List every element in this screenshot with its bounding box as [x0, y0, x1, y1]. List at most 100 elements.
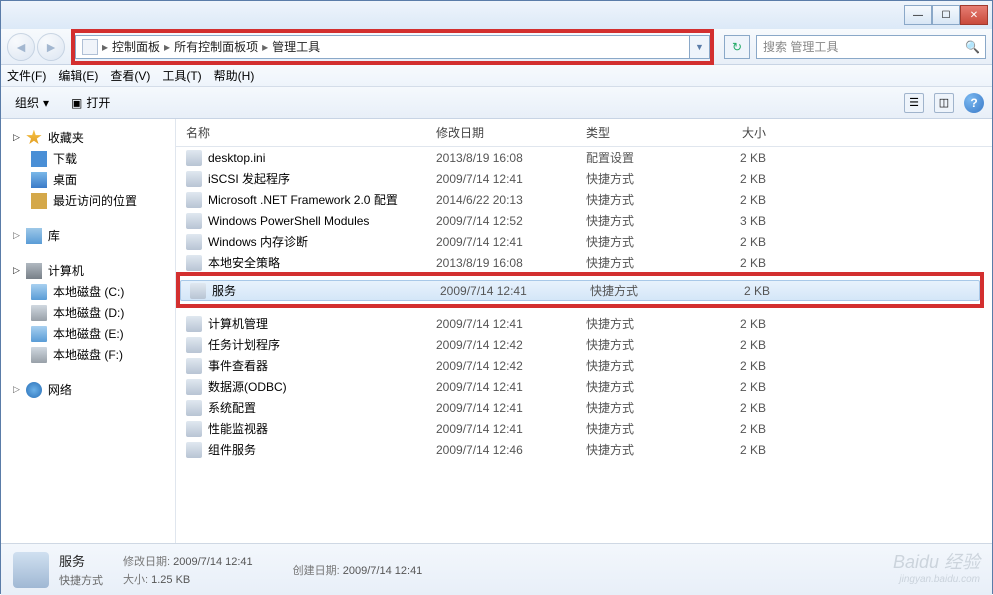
sidebar-item[interactable]: 下载 — [1, 148, 175, 169]
breadcrumb-sep-icon: ▸ — [262, 40, 268, 54]
search-box[interactable]: 搜索 管理工具 🔍 — [756, 35, 986, 59]
organize-button[interactable]: 组织 ▾ — [9, 92, 55, 113]
menu-file[interactable]: 文件(F) — [7, 67, 46, 84]
refresh-icon: ↻ — [732, 40, 742, 54]
breadcrumb-sep-icon: ▸ — [102, 40, 108, 54]
sidebar-favorites[interactable]: ▷ 收藏夹 — [1, 127, 175, 148]
back-arrow-icon: ◄ — [14, 39, 28, 55]
menu-tools[interactable]: 工具(T) — [162, 67, 201, 84]
file-icon — [186, 400, 202, 416]
file-list: desktop.ini 2013/8/19 16:08 配置设置 2 KB iS… — [176, 147, 992, 543]
file-row[interactable]: 计算机管理 2009/7/14 12:41 快捷方式 2 KB — [176, 313, 992, 334]
forward-arrow-icon: ► — [44, 39, 58, 55]
col-name[interactable]: 名称 — [186, 124, 436, 141]
file-row[interactable]: desktop.ini 2013/8/19 16:08 配置设置 2 KB — [176, 147, 992, 168]
col-size[interactable]: 大小 — [696, 124, 766, 141]
expand-icon: ▷ — [13, 384, 20, 395]
file-row[interactable]: 数据源(ODBC) 2009/7/14 12:41 快捷方式 2 KB — [176, 376, 992, 397]
star-icon — [26, 130, 42, 146]
status-title: 服务 — [59, 551, 103, 570]
breadcrumb-seg[interactable]: 所有控制面板项 — [174, 38, 258, 55]
computer-icon — [26, 263, 42, 279]
file-icon — [186, 213, 202, 229]
file-icon — [186, 442, 202, 458]
navigation-bar: ◄ ► ▸ 控制面板 ▸ 所有控制面板项 ▸ 管理工具 ▼ ↻ 搜索 管理工具 … — [1, 29, 992, 65]
file-row[interactable]: Microsoft .NET Framework 2.0 配置 2014/6/2… — [176, 189, 992, 210]
file-icon — [186, 379, 202, 395]
search-placeholder: 搜索 管理工具 — [763, 38, 838, 55]
close-button[interactable]: ✕ — [960, 5, 988, 25]
sidebar-drive[interactable]: 本地磁盘 (C:) — [1, 281, 175, 302]
sidebar-network[interactable]: ▷ 网络 — [1, 379, 175, 400]
file-icon — [186, 255, 202, 271]
open-icon: ▣ — [71, 96, 82, 110]
col-date[interactable]: 修改日期 — [436, 124, 586, 141]
file-row[interactable]: 本地安全策略 2013/8/19 16:08 快捷方式 2 KB — [176, 252, 992, 273]
sidebar-item[interactable]: 桌面 — [1, 169, 175, 190]
menu-view[interactable]: 查看(V) — [110, 67, 150, 84]
help-button[interactable]: ? — [964, 93, 984, 113]
view-options-button[interactable]: ☰ — [904, 93, 924, 113]
file-row[interactable]: iSCSI 发起程序 2009/7/14 12:41 快捷方式 2 KB — [176, 168, 992, 189]
file-pane: 名称 修改日期 类型 大小 desktop.ini 2013/8/19 16:0… — [176, 119, 992, 543]
forward-button[interactable]: ► — [37, 33, 65, 61]
breadcrumb-seg[interactable]: 管理工具 — [272, 38, 320, 55]
file-icon — [186, 150, 202, 166]
search-icon: 🔍 — [965, 40, 979, 54]
preview-pane-button[interactable]: ◫ — [934, 93, 954, 113]
addressbar-highlight: ▸ 控制面板 ▸ 所有控制面板项 ▸ 管理工具 ▼ — [71, 29, 714, 65]
desktop-icon — [31, 172, 47, 188]
expand-icon: ▷ — [13, 265, 20, 276]
col-type[interactable]: 类型 — [586, 124, 696, 141]
sidebar-computer[interactable]: ▷ 计算机 — [1, 260, 175, 281]
file-icon — [186, 234, 202, 250]
file-icon — [186, 358, 202, 374]
file-icon — [190, 283, 206, 299]
back-button[interactable]: ◄ — [7, 33, 35, 61]
menu-bar: 文件(F) 编辑(E) 查看(V) 工具(T) 帮助(H) — [1, 65, 992, 87]
minimize-button[interactable]: — — [904, 5, 932, 25]
file-icon — [186, 192, 202, 208]
address-bar[interactable]: ▸ 控制面板 ▸ 所有控制面板项 ▸ 管理工具 — [75, 35, 690, 59]
column-headers: 名称 修改日期 类型 大小 — [176, 119, 992, 147]
file-row[interactable]: 任务计划程序 2009/7/14 12:42 快捷方式 2 KB — [176, 334, 992, 355]
sidebar-drive[interactable]: 本地磁盘 (F:) — [1, 344, 175, 365]
library-icon — [26, 228, 42, 244]
file-icon — [186, 316, 202, 332]
sidebar-libraries[interactable]: ▷ 库 — [1, 225, 175, 246]
titlebar: — ☐ ✕ — [1, 1, 992, 29]
address-dropdown[interactable]: ▼ — [690, 35, 710, 59]
disk-icon — [31, 347, 47, 363]
status-subtitle: 快捷方式 — [59, 572, 103, 588]
file-row[interactable]: 性能监视器 2009/7/14 12:41 快捷方式 2 KB — [176, 418, 992, 439]
menu-edit[interactable]: 编辑(E) — [58, 67, 98, 84]
breadcrumb-seg[interactable]: 控制面板 — [112, 38, 160, 55]
network-icon — [26, 382, 42, 398]
file-icon — [186, 337, 202, 353]
toolbar: 组织 ▾ ▣ 打开 ☰ ◫ ? — [1, 87, 992, 119]
disk-icon — [31, 326, 47, 342]
open-button[interactable]: ▣ 打开 — [65, 92, 116, 113]
file-row[interactable]: 服务 2009/7/14 12:41 快捷方式 2 KB — [180, 280, 980, 301]
sidebar-drive[interactable]: 本地磁盘 (D:) — [1, 302, 175, 323]
file-row[interactable]: 事件查看器 2009/7/14 12:42 快捷方式 2 KB — [176, 355, 992, 376]
status-file-icon — [13, 552, 49, 588]
refresh-button[interactable]: ↻ — [724, 35, 750, 59]
recent-icon — [31, 193, 47, 209]
breadcrumb-sep-icon: ▸ — [164, 40, 170, 54]
expand-icon: ▷ — [13, 132, 20, 143]
sidebar-item[interactable]: 最近访问的位置 — [1, 190, 175, 211]
disk-icon — [31, 305, 47, 321]
file-row[interactable]: 组件服务 2009/7/14 12:46 快捷方式 2 KB — [176, 439, 992, 460]
file-icon — [186, 421, 202, 437]
explorer-window: — ☐ ✕ ◄ ► ▸ 控制面板 ▸ 所有控制面板项 ▸ 管理工具 ▼ ↻ 搜索… — [0, 0, 993, 594]
expand-icon: ▷ — [13, 230, 20, 241]
menu-help[interactable]: 帮助(H) — [214, 67, 255, 84]
sidebar-drive[interactable]: 本地磁盘 (E:) — [1, 323, 175, 344]
file-row[interactable]: Windows PowerShell Modules 2009/7/14 12:… — [176, 210, 992, 231]
maximize-button[interactable]: ☐ — [932, 5, 960, 25]
disk-icon — [31, 284, 47, 300]
dl-icon — [31, 151, 47, 167]
file-row[interactable]: Windows 内存诊断 2009/7/14 12:41 快捷方式 2 KB — [176, 231, 992, 252]
file-row[interactable]: 系统配置 2009/7/14 12:41 快捷方式 2 KB — [176, 397, 992, 418]
